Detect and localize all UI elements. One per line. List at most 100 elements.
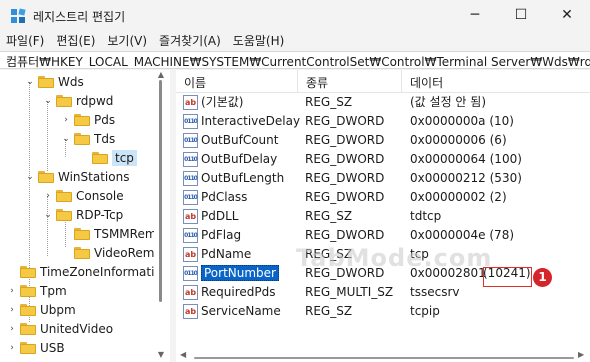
value-type: REG_DWORD [305, 228, 385, 242]
folder-icon [20, 303, 36, 316]
value-data: 0x00000064 (100) [410, 152, 522, 166]
close-button[interactable]: ✕ [544, 0, 590, 30]
value-type: REG_MULTI_SZ [305, 285, 394, 299]
value-name: OutBufLength [201, 171, 285, 185]
value-data: 0x00000006 (6) [410, 133, 507, 147]
watermark: TabMode.com [296, 244, 493, 272]
tree-node-videoremo[interactable]: VideoRemo [60, 243, 162, 262]
tree-guide-line [47, 101, 48, 171]
tree-node-wds[interactable]: ⌄ Wds [24, 72, 84, 91]
value-row[interactable]: ab (기본값) REG_SZ (값 설정 안 됨) [176, 93, 590, 112]
chevron-down-icon[interactable]: ⌄ [24, 77, 36, 87]
folder-icon [92, 151, 108, 164]
tree-node-winstations[interactable]: ⌄ WinStations [24, 167, 129, 186]
chevron-right-icon[interactable]: › [60, 115, 72, 125]
menu-file[interactable]: 파일(F) [0, 30, 50, 50]
value-row[interactable]: ab PdDLL REG_SZ tdtcp [176, 207, 590, 226]
address-bar[interactable]: 컴퓨터₩HKEY_LOCAL_MACHINE₩SYSTEM₩CurrentCon… [0, 51, 590, 69]
value-data: tcpip [410, 304, 440, 318]
tree-node-unitedvideo[interactable]: › UnitedVideo [6, 319, 113, 338]
value-row[interactable]: 0110 OutBufCount REG_DWORD 0x00000006 (6) [176, 131, 590, 150]
values-pane: 이름 종류 데이터 ab (기본값) REG_SZ (값 설정 안 됨) 0110 Int… [176, 70, 590, 362]
binary-value-icon: 0110 [183, 266, 198, 281]
tree-node-label: VideoRemo [94, 245, 162, 260]
tree-node-usb[interactable]: › USB [6, 338, 64, 357]
menu-help[interactable]: 도움말(H) [227, 30, 291, 50]
tree-node-label: rdpwd [76, 93, 114, 108]
tree-vertical-scrollbar[interactable]: ▲ ▼ [154, 70, 168, 362]
chevron-right-icon[interactable]: › [6, 305, 18, 315]
tree-node-label: Tpm [40, 283, 67, 298]
minimize-button[interactable]: ─ [452, 0, 498, 30]
value-data: tdtcp [410, 209, 442, 223]
scroll-left-icon[interactable]: ◀ [180, 350, 186, 359]
binary-value-icon: 0110 [183, 152, 198, 167]
chevron-down-icon[interactable]: ⌄ [42, 210, 54, 220]
value-name: OutBufDelay [201, 152, 278, 166]
registry-editor-window: 레지스트리 편집기 ─ ☐ ✕ 파일(F) 편집(E) 보기(V) 즐겨찾기(A… [0, 0, 590, 362]
tree-node-tcp[interactable]: tcp [78, 148, 137, 167]
folder-icon [56, 189, 72, 202]
binary-value-icon: 0110 [183, 114, 198, 129]
annotation-highlight-box [483, 267, 532, 287]
chevron-down-icon[interactable]: ⌄ [42, 96, 54, 106]
scroll-up-icon[interactable]: ▲ [156, 70, 166, 79]
tree-node-label: Wds [58, 74, 84, 89]
column-header-type[interactable]: 종류 [298, 70, 402, 92]
tree-node-timezoneinformation[interactable]: TimeZoneInformatio [6, 262, 162, 281]
value-row[interactable]: 0110 OutBufDelay REG_DWORD 0x00000064 (100) [176, 150, 590, 169]
chevron-right-icon[interactable]: › [6, 324, 18, 334]
chevron-down-icon[interactable]: ⌄ [60, 134, 72, 144]
menu-view[interactable]: 보기(V) [101, 30, 153, 50]
chevron-down-icon[interactable]: ⌄ [24, 172, 36, 182]
tree-node-rdp-tcp[interactable]: ⌄ RDP-Tcp [42, 205, 123, 224]
tree-node-pds[interactable]: › Pds [60, 110, 115, 129]
string-value-icon: ab [183, 304, 198, 319]
value-row[interactable]: 0110 OutBufLength REG_DWORD 0x00000212 (530… [176, 169, 590, 188]
column-header-name[interactable]: 이름 [176, 70, 298, 92]
binary-value-icon: 0110 [183, 133, 198, 148]
value-name: PortNumber [201, 264, 279, 283]
scroll-down-icon[interactable]: ▼ [156, 350, 166, 359]
title-bar: 레지스트리 편집기 ─ ☐ ✕ [0, 0, 590, 30]
values-horizontal-scrollbar[interactable]: ◀ ▶ [176, 350, 590, 362]
value-data: 0x0000004e (78) [410, 228, 515, 242]
binary-value-icon: 0110 [183, 190, 198, 205]
tree-node-ubpm[interactable]: › Ubpm [6, 300, 76, 319]
value-data: 0x0000000a (10) [410, 114, 514, 128]
window-title: 레지스트리 편집기 [33, 10, 126, 24]
chevron-right-icon[interactable]: › [42, 191, 54, 201]
scrollbar-thumb[interactable] [194, 357, 574, 359]
folder-icon [74, 246, 90, 259]
value-row[interactable]: 0110 InteractiveDelay REG_DWORD 0x0000000a … [176, 112, 590, 131]
value-type: REG_DWORD [305, 171, 385, 185]
menu-edit[interactable]: 편집(E) [50, 30, 101, 50]
value-type: REG_DWORD [305, 152, 385, 166]
folder-icon [56, 94, 72, 107]
tree-node-tpm[interactable]: › Tpm [6, 281, 67, 300]
value-type: REG_SZ [305, 304, 353, 318]
folder-icon [56, 208, 72, 221]
value-row[interactable]: 0110 PdFlag REG_DWORD 0x0000004e (78) [176, 226, 590, 245]
value-row[interactable]: ab ServiceName REG_SZ tcpip [176, 302, 590, 321]
value-name: PdFlag [201, 228, 242, 242]
tree-node-rdpwd[interactable]: ⌄ rdpwd [42, 91, 113, 110]
value-data: 0x00000212 (530) [410, 171, 522, 185]
chevron-right-icon[interactable]: › [6, 286, 18, 296]
value-name: InteractiveDelay [201, 114, 301, 128]
menu-bar: 파일(F) 편집(E) 보기(V) 즐겨찾기(A) 도움말(H) [0, 30, 590, 50]
value-row[interactable]: 0110 PdClass REG_DWORD 0x00000002 (2) [176, 188, 590, 207]
menu-favorites[interactable]: 즐겨찾기(A) [153, 30, 227, 50]
folder-icon [20, 284, 36, 297]
column-header-data[interactable]: 데이터 [402, 70, 590, 92]
tree-node-tsmmremo[interactable]: TSMMRemo [60, 224, 164, 243]
maximize-button[interactable]: ☐ [498, 0, 544, 30]
tree-node-console[interactable]: › Console [42, 186, 123, 205]
folder-icon [74, 227, 90, 240]
chevron-right-icon[interactable]: › [6, 343, 18, 353]
scroll-right-icon[interactable]: ▶ [578, 350, 584, 359]
scrollbar-thumb[interactable] [159, 80, 162, 302]
value-name: PdName [201, 247, 252, 261]
tree-node-label: TimeZoneInformatio [40, 264, 162, 279]
tree-node-tds[interactable]: ⌄ Tds [60, 129, 115, 148]
